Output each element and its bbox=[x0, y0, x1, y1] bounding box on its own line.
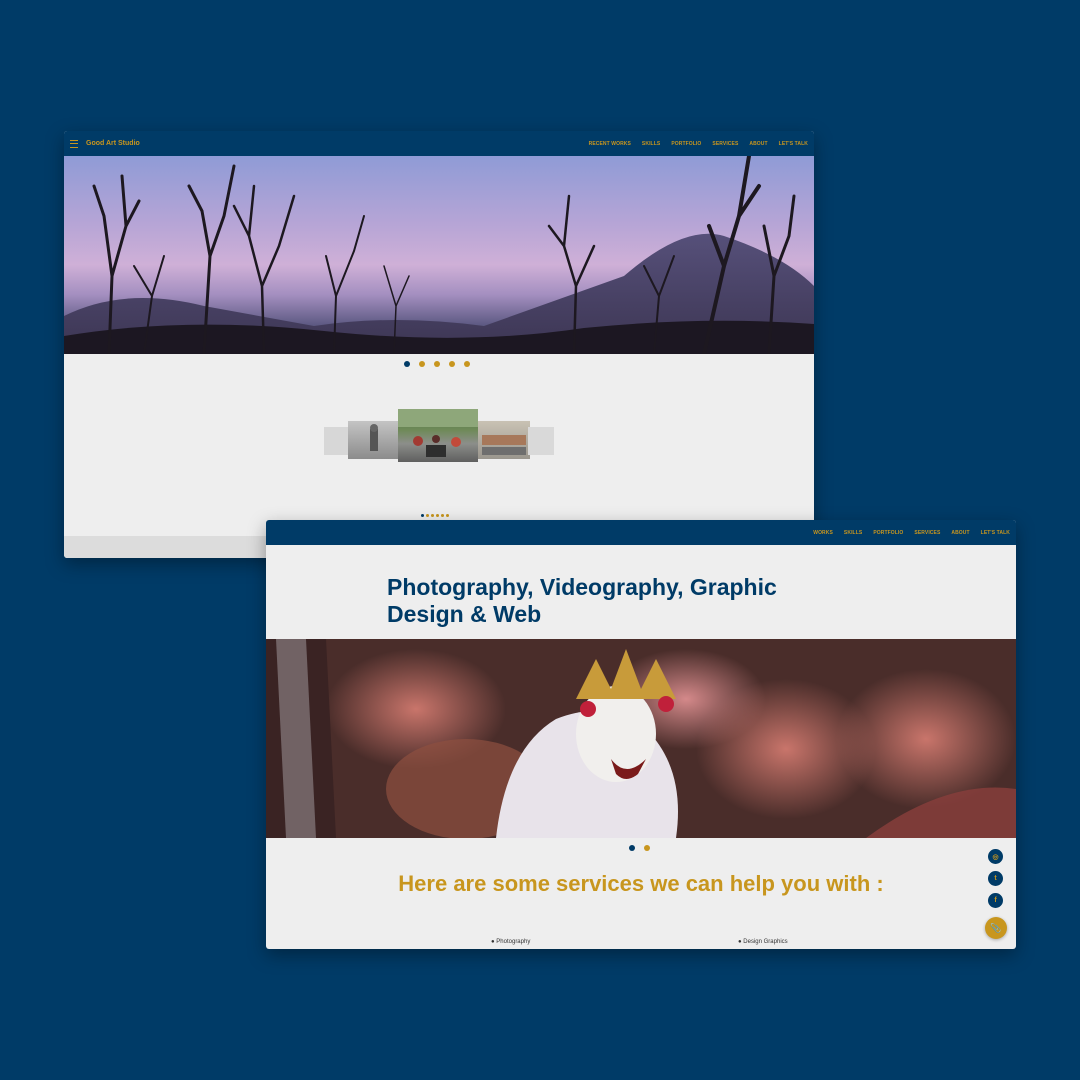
portfolio-thumb-4[interactable] bbox=[478, 421, 530, 459]
nav-lets-talk[interactable]: LET'S TALK bbox=[779, 141, 808, 147]
hero-indicator-3[interactable] bbox=[434, 361, 440, 367]
homepage-window: Good Art Studio RECENT WORKS SKILLS PORT… bbox=[64, 131, 814, 558]
hero-indicator-1[interactable] bbox=[404, 361, 410, 367]
hero-indicator-2[interactable] bbox=[419, 361, 425, 367]
portfolio-carousel-indicators bbox=[421, 514, 449, 517]
nav-about[interactable]: ABOUT bbox=[749, 141, 767, 147]
portfolio-thumb-2[interactable] bbox=[348, 421, 400, 459]
nav-skills[interactable]: SKILLS bbox=[844, 530, 862, 536]
nav-links: RECENT WORKS SKILLS PORTFOLIO SERVICES A… bbox=[589, 141, 814, 147]
twitter-icon[interactable]: t bbox=[988, 871, 1003, 886]
menu-icon[interactable] bbox=[70, 139, 78, 148]
paperclip-icon: 📎 bbox=[990, 922, 1002, 933]
brand[interactable]: Good Art Studio bbox=[70, 139, 140, 148]
nav-portfolio[interactable]: PORTFOLIO bbox=[671, 141, 701, 147]
hero-image-dead-trees bbox=[64, 156, 814, 354]
top-navbar: Good Art Studio RECENT WORKS SKILLS PORT… bbox=[64, 131, 814, 156]
hero-indicator-1[interactable] bbox=[629, 845, 635, 851]
nav-works[interactable]: WORKS bbox=[813, 530, 833, 536]
nav-services[interactable]: SERVICES bbox=[914, 530, 940, 536]
page-title: Photography, Videography, Graphic Design… bbox=[387, 574, 777, 627]
nav-services[interactable]: SERVICES bbox=[712, 141, 738, 147]
nav-skills[interactable]: SKILLS bbox=[642, 141, 660, 147]
portfolio-indicator-3[interactable] bbox=[431, 514, 434, 517]
brand-name[interactable]: Good Art Studio bbox=[86, 140, 140, 147]
service-item: ● Photography bbox=[491, 939, 531, 945]
top-navbar: WORKS SKILLS PORTFOLIO SERVICES ABOUT LE… bbox=[266, 520, 1016, 545]
nav-about[interactable]: ABOUT bbox=[951, 530, 969, 536]
service-label: Photography bbox=[496, 939, 531, 945]
hero-image-barong-dancer bbox=[266, 639, 1016, 838]
service-label: Design Graphics bbox=[743, 939, 788, 945]
facebook-icon[interactable]: f bbox=[988, 893, 1003, 908]
nav-links: WORKS SKILLS PORTFOLIO SERVICES ABOUT LE… bbox=[813, 530, 1016, 536]
portfolio-indicator-6[interactable] bbox=[446, 514, 449, 517]
portfolio-indicator-4[interactable] bbox=[436, 514, 439, 517]
portfolio-indicator-5[interactable] bbox=[441, 514, 444, 517]
nav-portfolio[interactable]: PORTFOLIO bbox=[873, 530, 903, 536]
portfolio-thumb-5[interactable] bbox=[528, 427, 554, 455]
hero-indicator-2[interactable] bbox=[644, 845, 650, 851]
portfolio-carousel bbox=[324, 409, 554, 463]
hero-indicator-5[interactable] bbox=[464, 361, 470, 367]
hero-indicator-4[interactable] bbox=[449, 361, 455, 367]
hero-carousel-indicators bbox=[629, 845, 650, 851]
attach-button[interactable]: 📎 bbox=[985, 917, 1007, 939]
services-window: WORKS SKILLS PORTFOLIO SERVICES ABOUT LE… bbox=[266, 520, 1016, 949]
instagram-icon[interactable]: ◎ bbox=[988, 849, 1003, 864]
portfolio-thumb-1[interactable] bbox=[324, 427, 350, 455]
portfolio-thumb-3[interactable] bbox=[398, 409, 478, 462]
hero-carousel-indicators bbox=[404, 361, 470, 367]
portfolio-indicator-1[interactable] bbox=[421, 514, 424, 517]
portfolio-indicator-2[interactable] bbox=[426, 514, 429, 517]
service-item: ● Design Graphics bbox=[738, 939, 788, 945]
nav-lets-talk[interactable]: LET'S TALK bbox=[981, 530, 1010, 536]
services-heading: Here are some services we can help you w… bbox=[398, 871, 884, 896]
nav-recent-works[interactable]: RECENT WORKS bbox=[589, 141, 631, 147]
